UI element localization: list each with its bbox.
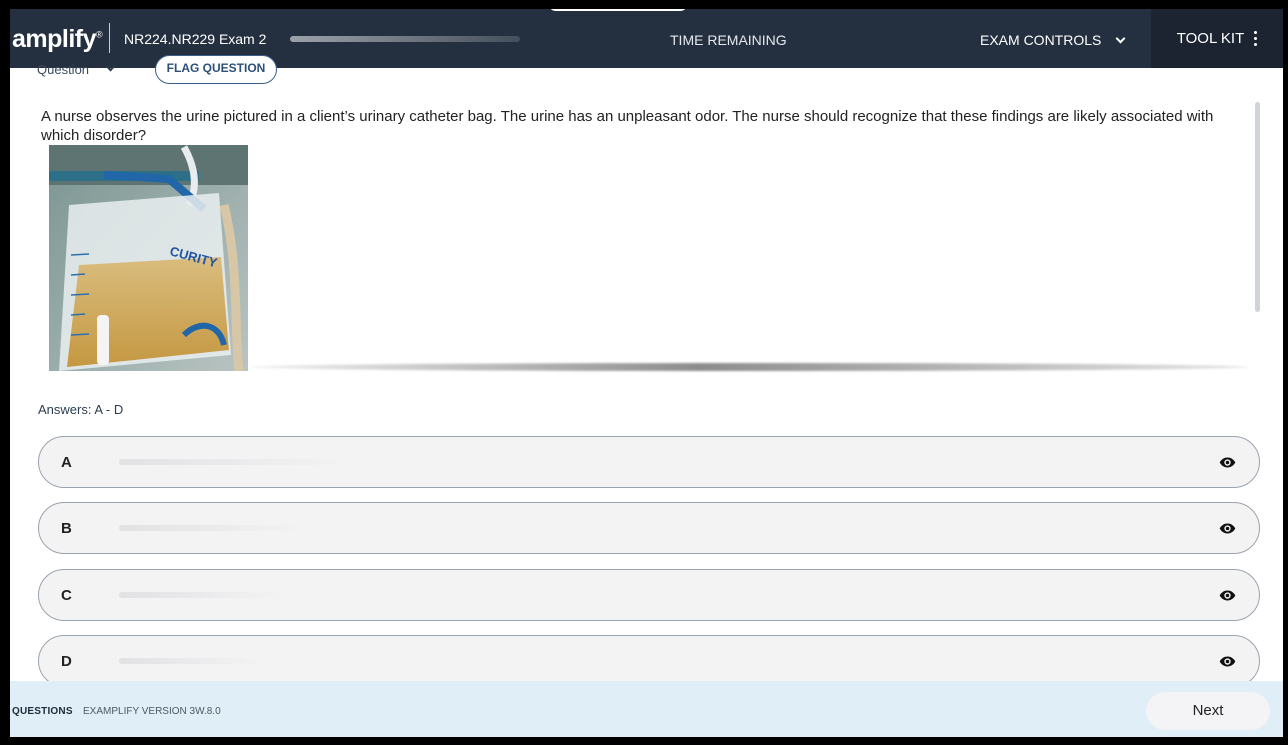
eye-icon[interactable] bbox=[1218, 587, 1237, 604]
app-logo: amplify® bbox=[12, 25, 103, 54]
logo-text: amplify bbox=[12, 25, 97, 53]
answer-text-redacted bbox=[119, 525, 299, 531]
questions-button[interactable]: QUESTIONS bbox=[12, 706, 73, 717]
question-selector[interactable]: Question bbox=[37, 61, 116, 77]
answer-letter: A bbox=[61, 454, 72, 471]
tool-kit-label: TOOL KIT bbox=[1176, 30, 1245, 47]
answer-option-d[interactable]: D bbox=[38, 635, 1260, 687]
question-selector-label: Question bbox=[37, 62, 90, 77]
eye-icon[interactable] bbox=[1218, 653, 1237, 670]
answer-text-redacted bbox=[119, 459, 339, 465]
kebab-menu-icon bbox=[1254, 31, 1258, 46]
answer-text-redacted bbox=[119, 658, 259, 664]
urine-bag-image: CURITY bbox=[49, 145, 248, 371]
exam-controls-button[interactable]: EXAM CONTROLS bbox=[980, 32, 1126, 48]
urine-bag-illustration: CURITY bbox=[49, 145, 248, 371]
flag-question-button[interactable]: FLAG QUESTION bbox=[155, 55, 277, 84]
time-remaining-label: TIME REMAINING bbox=[670, 32, 787, 48]
answer-letter: D bbox=[61, 653, 72, 670]
eye-icon[interactable] bbox=[1218, 454, 1237, 471]
chevron-down-icon bbox=[1115, 33, 1126, 43]
tool-kit-button[interactable]: TOOL KIT bbox=[1151, 9, 1283, 68]
answer-option-a[interactable]: A bbox=[38, 436, 1260, 488]
header-divider bbox=[109, 23, 110, 53]
answer-option-b[interactable]: B bbox=[38, 502, 1260, 554]
bottom-bar: QUESTIONS EXAMPLIFY VERSION 3W.8.0 Next bbox=[10, 681, 1283, 737]
logo-mark: ® bbox=[96, 29, 103, 40]
answer-text-redacted bbox=[119, 592, 279, 598]
answer-letter: C bbox=[61, 587, 72, 604]
image-shadow bbox=[248, 363, 1248, 371]
camera-notch bbox=[548, 9, 688, 11]
chevron-down-icon bbox=[105, 61, 116, 72]
answer-letter: B bbox=[61, 520, 72, 537]
question-text: A nurse observes the urine pictured in a… bbox=[41, 108, 1214, 144]
eye-icon[interactable] bbox=[1218, 520, 1237, 537]
answers-label: Answers: A - D bbox=[38, 402, 124, 417]
version-label: EXAMPLIFY VERSION 3W.8.0 bbox=[83, 706, 221, 717]
exam-title-redacted bbox=[290, 36, 520, 42]
answer-option-c[interactable]: C bbox=[38, 569, 1260, 621]
question-scrollbar[interactable] bbox=[1255, 102, 1260, 312]
exam-window: amplify® NR224.NR229 Exam 2 TIME REMAINI… bbox=[10, 9, 1283, 737]
next-button[interactable]: Next bbox=[1146, 692, 1270, 730]
exam-controls-label: EXAM CONTROLS bbox=[980, 32, 1102, 48]
